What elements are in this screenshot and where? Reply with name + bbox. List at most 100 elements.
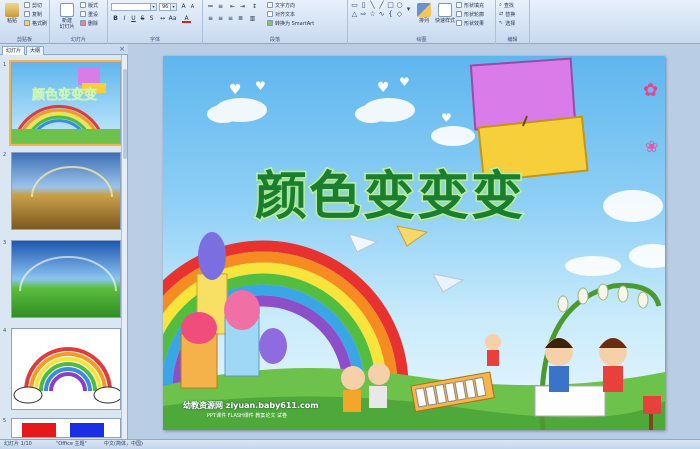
- arrange-button[interactable]: 排列: [414, 2, 434, 30]
- line-spacing-icon[interactable]: ↕: [250, 3, 259, 11]
- numbering-icon[interactable]: ≡: [216, 3, 225, 11]
- slide-counter: 幻灯片 1/10: [4, 441, 32, 447]
- find-button[interactable]: ⌕ 查找: [499, 1, 514, 9]
- text-direction-button[interactable]: 文字方向: [267, 1, 295, 9]
- increase-indent-icon[interactable]: ⇥: [238, 3, 247, 11]
- slide-thumbnail-5[interactable]: [11, 418, 121, 438]
- svg-text:❀: ❀: [645, 137, 658, 156]
- slide-thumbnail-4[interactable]: [11, 328, 121, 410]
- slide-thumbnail-3[interactable]: [11, 240, 121, 318]
- cut-button[interactable]: 剪切: [24, 1, 42, 9]
- svg-text:♥: ♥: [377, 80, 390, 96]
- textbox-shape-icon[interactable]: ▭: [350, 1, 359, 9]
- align-center-icon[interactable]: ≡: [216, 15, 225, 23]
- reset-button[interactable]: 重设: [80, 10, 98, 18]
- vertical-textbox-icon[interactable]: ▯: [359, 1, 368, 9]
- line-shape-icon[interactable]: ╲: [368, 1, 377, 9]
- brace-shape-icon[interactable]: {: [386, 10, 395, 18]
- clipboard-group: 粘贴 剪切 复制 格式刷 剪贴板: [0, 0, 50, 44]
- paste-button[interactable]: 粘贴: [2, 2, 22, 30]
- delete-slide-button[interactable]: 删除: [80, 19, 98, 27]
- decrease-indent-icon[interactable]: ⇤: [228, 3, 237, 11]
- quick-styles-button[interactable]: 快速样式: [434, 2, 456, 30]
- columns-icon[interactable]: ▥: [248, 15, 257, 23]
- rectangle-shape-icon[interactable]: □: [386, 1, 395, 9]
- scrollbar-thumb[interactable]: [123, 69, 127, 159]
- font-size-combo[interactable]: 96 ▾: [159, 3, 177, 11]
- language-indicator: 中文(简体，中国): [104, 441, 143, 447]
- slide-artwork: ♥ ♥ ♥ ♥ ♥ ✿ ❀: [163, 57, 665, 430]
- shape-effects-button[interactable]: 形状效果: [456, 19, 484, 27]
- bold-button[interactable]: B: [111, 15, 120, 23]
- tab-slides[interactable]: 幻灯片: [2, 46, 26, 55]
- pane-scrollbar[interactable]: [121, 55, 127, 439]
- convert-smartart-button[interactable]: 转换为 SmartArt: [267, 19, 314, 27]
- format-painter-button[interactable]: 格式刷: [24, 19, 47, 27]
- watermark-site: 幼教资源网 ziyuan.baby611.com: [183, 401, 319, 410]
- align-right-icon[interactable]: ≡: [226, 15, 235, 23]
- thumbnail-1-art: 颜色变变变: [12, 67, 120, 143]
- slide-number: 2: [3, 152, 7, 158]
- svg-text:颜色变变变: 颜色变变变: [32, 87, 97, 103]
- italic-button[interactable]: I: [120, 15, 129, 23]
- editing-group: ⌕ 查找 ⇄ 替换 ↖ 选择 编辑: [496, 0, 530, 44]
- svg-text:♥: ♥: [441, 111, 452, 125]
- svg-text:♥: ♥: [399, 75, 410, 89]
- shrink-font-icon[interactable]: A: [188, 3, 197, 11]
- strikethrough-button[interactable]: S: [138, 15, 147, 23]
- effects-icon: [456, 20, 462, 26]
- callout-shape-icon[interactable]: ◇: [395, 10, 404, 18]
- ribbon: 粘贴 剪切 复制 格式刷 剪贴板 新建 幻灯片 版式 重设 删除 幻灯片 ▾ 9…: [0, 0, 700, 44]
- new-slide-button[interactable]: 新建 幻灯片: [56, 2, 78, 30]
- align-text-button[interactable]: 对齐文本: [267, 10, 295, 18]
- font-name-combo[interactable]: ▾: [111, 3, 157, 11]
- more-shapes-icon[interactable]: ▾: [404, 5, 413, 13]
- svg-text:✿: ✿: [643, 80, 658, 101]
- close-icon[interactable]: ×: [119, 45, 125, 53]
- align-left-icon[interactable]: ≡: [206, 15, 215, 23]
- oval-shape-icon[interactable]: ○: [395, 1, 404, 9]
- justify-icon[interactable]: ≣: [236, 15, 245, 23]
- fill-bucket-icon: [456, 2, 462, 8]
- underline-button[interactable]: U: [129, 15, 138, 23]
- chevron-down-icon[interactable]: ▾: [150, 4, 156, 10]
- star-shape-icon[interactable]: ☆: [368, 10, 377, 18]
- svg-text:♥: ♥: [255, 79, 266, 93]
- reset-icon: [80, 11, 86, 17]
- line-shape-icon[interactable]: ╱: [377, 1, 386, 9]
- slide-thumbnail-1[interactable]: 颜色变变变: [9, 60, 123, 146]
- shape-fill-button[interactable]: 形状填充: [456, 1, 484, 9]
- triangle-shape-icon[interactable]: △: [350, 10, 359, 18]
- current-slide[interactable]: ♥ ♥ ♥ ♥ ♥ ✿ ❀ 颜色变变变 幼教资源网 ziyuan.baby611…: [163, 56, 665, 430]
- paragraph-group: ≔ ≡ ⇤ ⇥ ↕ ≡ ≡ ≡ ≣ ▥ 文字方向 对齐文本 转换为 SmartA…: [203, 0, 348, 44]
- copy-icon: [24, 11, 30, 17]
- select-button[interactable]: ↖ 选择: [499, 19, 515, 27]
- font-color-icon[interactable]: A: [182, 15, 191, 23]
- arrange-icon: [417, 3, 431, 17]
- pen-icon: [456, 11, 462, 17]
- bullets-icon[interactable]: ≔: [206, 3, 215, 11]
- slide-thumbnail-2[interactable]: [11, 152, 121, 230]
- replace-button[interactable]: ⇄ 替换: [499, 10, 515, 18]
- slide-number: 3: [3, 240, 7, 246]
- chevron-down-icon[interactable]: ▾: [170, 4, 176, 10]
- change-case-icon[interactable]: Aa: [168, 15, 177, 23]
- svg-text:♥: ♥: [229, 82, 242, 98]
- theme-name: "Office 主题": [56, 441, 87, 447]
- layout-button[interactable]: 版式: [80, 1, 98, 9]
- grow-font-icon[interactable]: A: [179, 3, 188, 11]
- char-spacing-icon[interactable]: ↔: [158, 15, 167, 23]
- pane-tabs: 幻灯片 大纲 ×: [0, 44, 128, 55]
- shape-outline-button[interactable]: 形状轮廓: [456, 10, 484, 18]
- replace-icon: ⇄: [499, 11, 504, 17]
- slide-title[interactable]: 颜色变变变: [253, 154, 525, 229]
- curve-shape-icon[interactable]: ∿: [377, 10, 386, 18]
- shadow-button[interactable]: S: [147, 15, 156, 23]
- delete-icon: [80, 20, 86, 26]
- arrow-shape-icon[interactable]: ⇨: [359, 10, 368, 18]
- tab-outline[interactable]: 大纲: [26, 46, 45, 55]
- copy-button[interactable]: 复制: [24, 10, 42, 18]
- drawing-group: ▭ ▯ ╲ ╱ □ ○ △ ⇨ ☆ ∿ { ◇ ▾ 排列 快速样式 形状填充 形…: [348, 0, 496, 44]
- scissors-icon: [24, 2, 30, 8]
- thumbnail-2-art: [31, 166, 113, 198]
